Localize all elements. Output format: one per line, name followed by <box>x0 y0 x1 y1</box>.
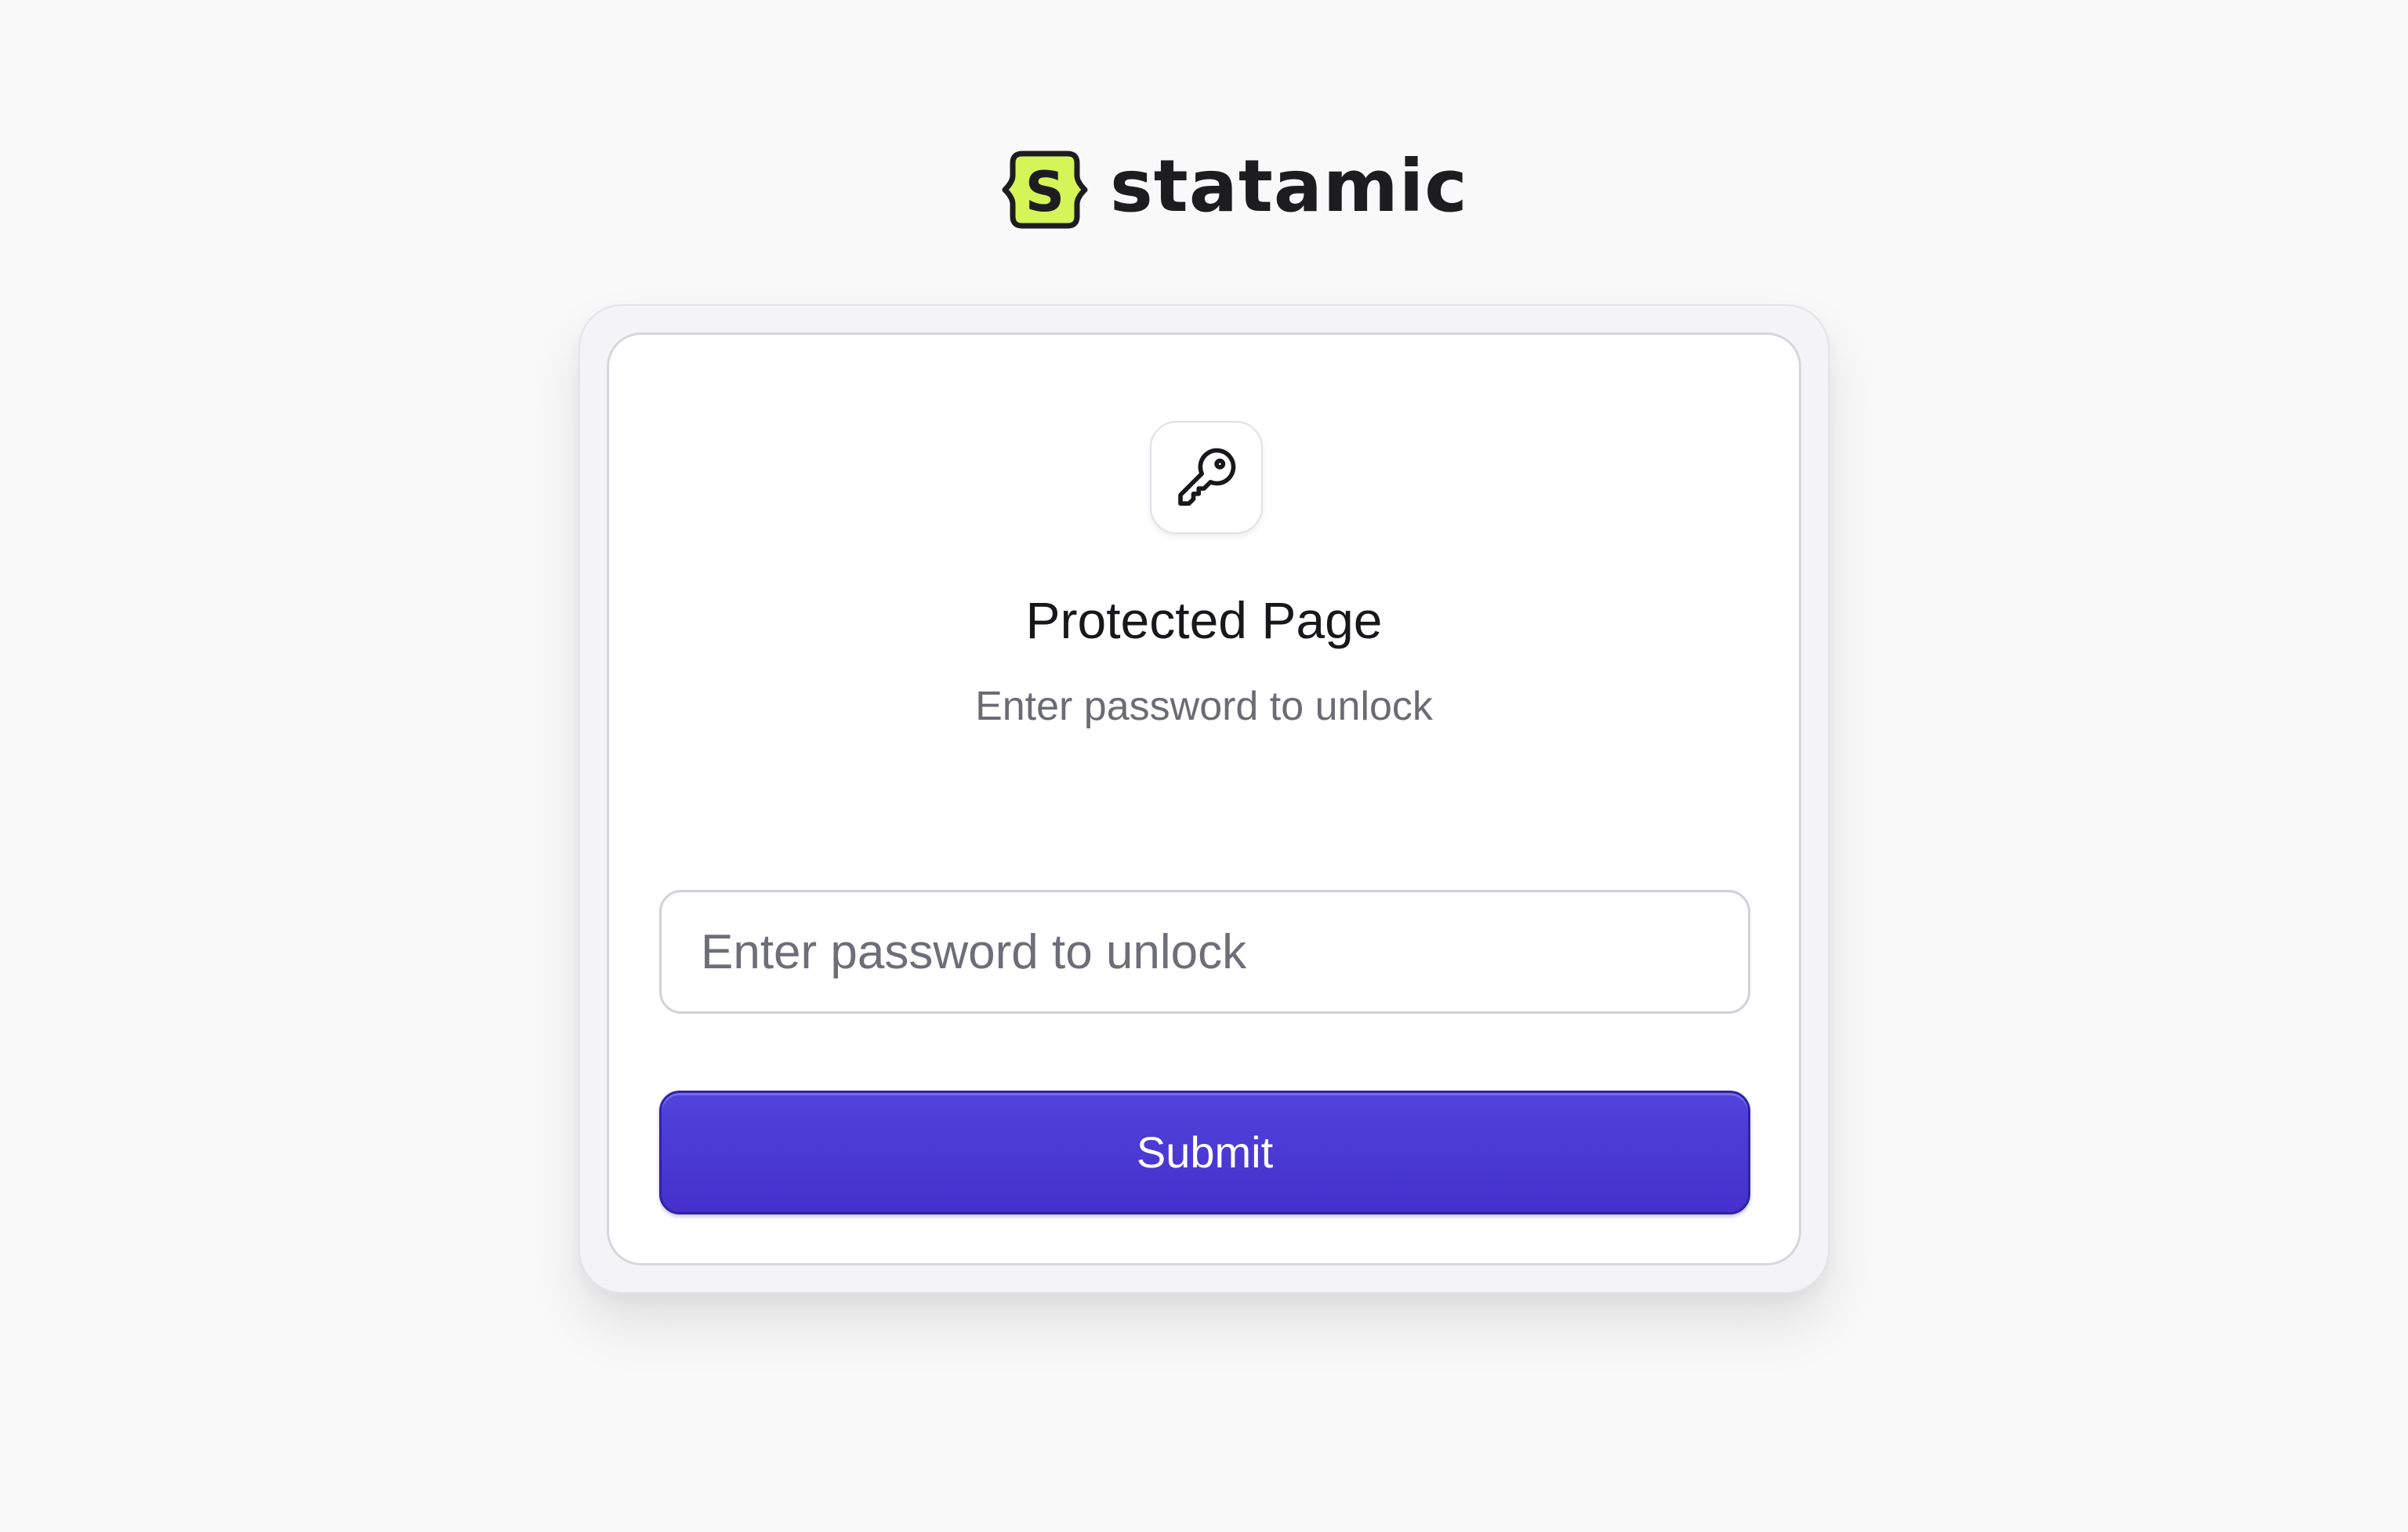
statamic-logo-icon: S <box>1002 151 1088 229</box>
brand-logo: S statamic <box>999 144 1468 231</box>
brand-name: statamic <box>1110 144 1468 228</box>
submit-button[interactable]: Submit <box>659 1091 1750 1214</box>
password-input[interactable] <box>659 890 1750 1014</box>
page-title: Protected Page <box>1025 591 1383 649</box>
key-icon <box>1178 448 1236 506</box>
key-icon-badge <box>1150 421 1263 534</box>
page-subtitle: Enter password to unlock <box>975 684 1433 729</box>
login-card-body: Protected Page Enter password to unlock … <box>607 332 1801 1265</box>
logo-letter: S <box>1025 160 1064 224</box>
login-card: Protected Page Enter password to unlock … <box>578 304 1830 1294</box>
